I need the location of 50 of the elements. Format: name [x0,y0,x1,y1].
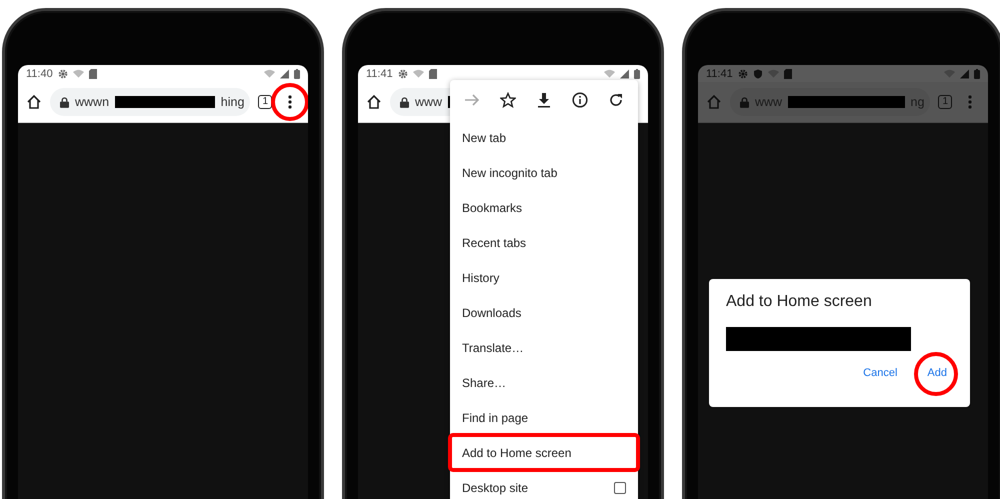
menu-item[interactable]: Recent tabs [450,225,638,260]
menu-item[interactable]: New tab [450,120,638,155]
battery-icon [294,68,300,78]
gear-icon [398,68,408,78]
download-icon[interactable] [536,92,552,108]
dialog-button[interactable]: Cancel [861,363,900,383]
home-icon[interactable] [26,94,42,110]
menu-item[interactable]: New incognito tab [450,155,638,190]
gear-icon [738,68,748,78]
url-text: www [415,95,442,109]
battery-icon [974,68,980,78]
menu-icon[interactable] [287,94,293,110]
tab-count-button[interactable]: 1 [258,95,272,109]
lock-icon [740,96,749,108]
status-time: 11:40 [26,68,53,80]
lock-icon [400,96,409,108]
battery-icon [634,68,640,78]
menu-item[interactable]: Downloads [450,295,638,330]
status-time: 11:41 [706,68,733,80]
status-time: 11:41 [366,68,393,80]
dialog-button[interactable]: Add [925,363,949,383]
menu-item[interactable]: History [450,260,638,295]
home-icon[interactable] [366,94,382,110]
star-icon[interactable] [500,92,516,108]
signal-icon [960,68,969,78]
checkbox[interactable] [614,482,626,494]
wifi-icon [412,68,424,78]
menu-item[interactable]: Share… [450,365,638,400]
wifi-icon [72,68,84,78]
sim-card-icon [88,68,97,78]
info-icon[interactable] [572,92,588,108]
shield-icon [752,68,763,78]
lock-icon [60,96,69,108]
wifi-icon [264,68,275,78]
gear-icon [58,68,68,78]
dialog-title: Add to Home screen [726,293,873,311]
refresh-icon[interactable] [608,92,624,108]
address-bar[interactable]: wwwn hing [50,88,250,116]
menu-item[interactable]: Translate… [450,330,638,365]
signal-icon [280,68,289,78]
signal-icon [620,68,629,78]
sim-card-icon [428,68,437,78]
menu-item[interactable]: Bookmarks [450,190,638,225]
menu-item[interactable]: Desktop site [450,470,638,499]
url-text: wwwn [75,95,110,109]
menu-item[interactable]: Find in page [450,400,638,435]
menu-item[interactable]: Add to Home screen [450,435,638,470]
sim-card-icon [784,68,792,78]
wifi-icon [604,68,615,78]
url-text: hing [220,95,244,109]
